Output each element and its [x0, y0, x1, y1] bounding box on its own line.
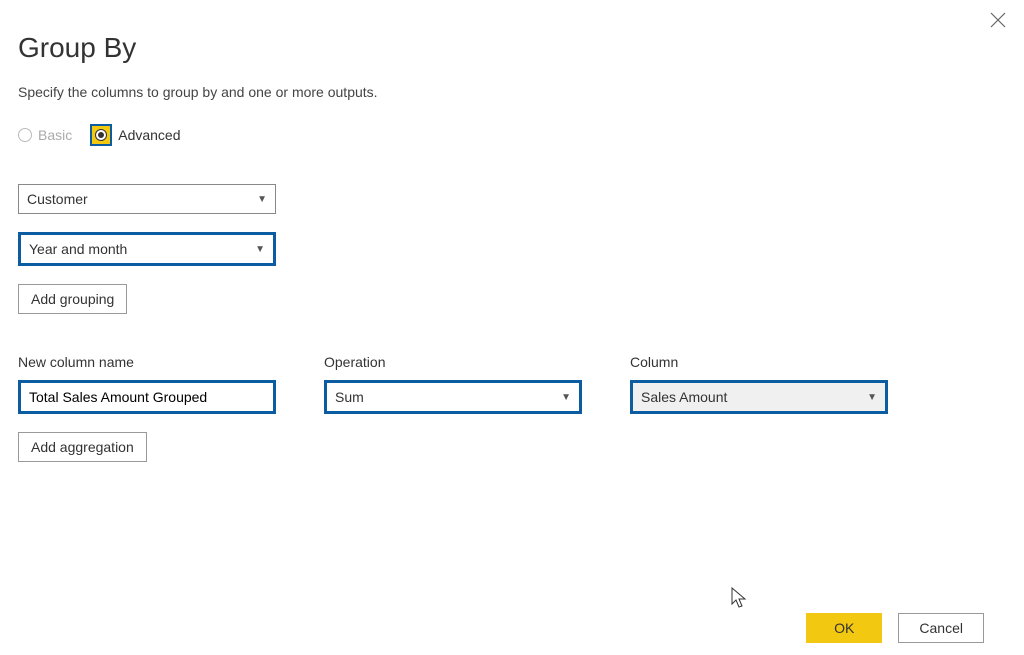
radio-advanced-label: Advanced	[118, 127, 180, 143]
grouping-combo-year-month[interactable]: Year and month ▼	[18, 232, 276, 266]
radio-selected-icon	[90, 124, 112, 146]
agg-header-column: Column	[630, 354, 888, 370]
radio-advanced[interactable]: Advanced	[90, 124, 180, 146]
new-column-name-input[interactable]	[18, 380, 276, 414]
close-icon	[990, 11, 1006, 33]
operation-combo[interactable]: Sum ▼	[324, 380, 582, 414]
add-grouping-button[interactable]: Add grouping	[18, 284, 127, 314]
dialog-footer: OK Cancel	[806, 613, 984, 643]
close-button[interactable]	[986, 10, 1010, 34]
aggregation-row: Sum ▼ Sales Amount ▼	[18, 380, 1024, 414]
radio-basic[interactable]: Basic	[18, 127, 72, 143]
grouping-combo-value: Customer	[27, 191, 88, 207]
chevron-down-icon: ▼	[255, 244, 265, 255]
cancel-button[interactable]: Cancel	[898, 613, 984, 643]
agg-header-operation: Operation	[324, 354, 582, 370]
column-combo[interactable]: Sales Amount ▼	[630, 380, 888, 414]
radio-basic-label: Basic	[38, 127, 72, 143]
grouping-combo-customer[interactable]: Customer ▼	[18, 184, 276, 214]
chevron-down-icon: ▼	[257, 194, 267, 205]
column-combo-value: Sales Amount	[641, 389, 727, 405]
dialog-subtitle: Specify the columns to group by and one …	[0, 64, 1024, 100]
chevron-down-icon: ▼	[867, 392, 877, 403]
cursor-icon	[730, 587, 748, 616]
operation-combo-value: Sum	[335, 389, 364, 405]
ok-button[interactable]: OK	[806, 613, 882, 643]
chevron-down-icon: ▼	[561, 392, 571, 403]
aggregation-section: New column name Operation Column Sum ▼ S…	[0, 314, 1024, 462]
grouping-combo-value: Year and month	[29, 241, 127, 257]
agg-header-name: New column name	[18, 354, 276, 370]
add-aggregation-button[interactable]: Add aggregation	[18, 432, 147, 462]
mode-selector: Basic Advanced	[0, 100, 1024, 146]
radio-icon	[18, 128, 32, 142]
dialog-title: Group By	[0, 0, 1024, 64]
grouping-section: Customer ▼ Year and month ▼ Add grouping	[0, 146, 1024, 314]
